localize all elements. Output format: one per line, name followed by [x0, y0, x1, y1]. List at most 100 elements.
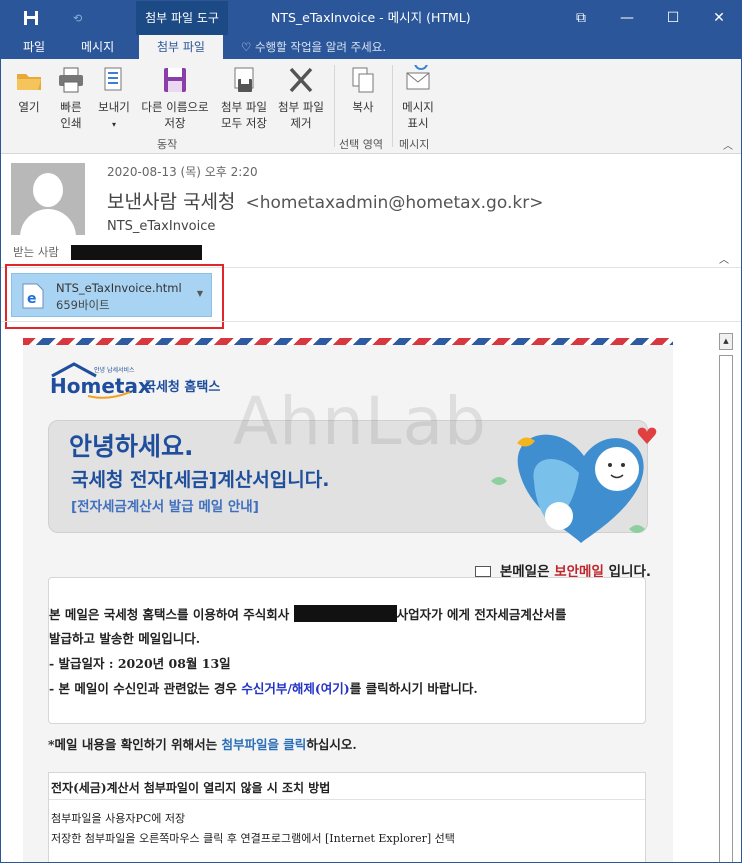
message-body: 안녕 납세서비스 Hometax 국세청 홈택스 안녕하세요. 국세청 전자[세… — [23, 338, 673, 862]
redacted-company-name — [293, 605, 397, 622]
attachment-size: 659바이트 — [56, 298, 110, 312]
sent-date: 2020-08-13 (목) 오후 2:20 — [107, 165, 258, 179]
tab-file[interactable]: 파일 — [13, 35, 55, 59]
quick-print-button[interactable]: 빠른 인쇄 — [51, 65, 91, 131]
lightbulb-icon: ♡ — [241, 40, 252, 54]
title-bar: ⟲ 첨부 파일 도구 NTS_eTaxInvoice - 메시지 (HTML) … — [1, 1, 741, 35]
troubleshooting-box: 전자(세금)계산서 첨부파일이 열리지 않을 시 조치 방법 첨부파일을 사용자… — [48, 772, 646, 862]
avatar-body-shape — [20, 209, 76, 235]
save-all-label-2: 모두 저장 — [221, 116, 267, 130]
banner-hello: 안녕하세요. — [69, 432, 194, 461]
show-message-label-1: 메시지 — [402, 100, 434, 114]
group-label-selection: 선택 영역 — [339, 138, 383, 151]
group-label-message: 메시지 — [399, 138, 430, 151]
folder-icon — [17, 74, 41, 90]
scroll-up-icon[interactable]: ▲ — [719, 333, 733, 350]
note-text-a: *메일 내용을 확인하기 위해서는 — [48, 737, 218, 752]
copy-icon — [352, 67, 374, 93]
attachment-item[interactable]: e NTS_eTaxInvoice.html 659바이트 ▼ — [11, 273, 212, 317]
svg-text:e: e — [27, 291, 37, 307]
send-to-icon — [104, 67, 122, 91]
tab-attachment[interactable]: 첨부 파일 — [139, 35, 223, 59]
chevron-down-icon[interactable]: ▼ — [197, 289, 203, 298]
group-divider — [334, 65, 335, 147]
notice-line-4: - 본 메일이 수신인과 관련없는 경우 수신거부/해제(여기)를 클릭하시기 … — [49, 678, 478, 697]
group-label-actions: 동작 — [157, 138, 178, 151]
tell-me-text: 수행할 작업을 알려 주세요. — [254, 40, 386, 54]
send-to-button[interactable]: 보내기 ▾ — [93, 65, 135, 133]
note-text-b: 하십시오. — [306, 737, 357, 752]
collapse-ribbon-icon[interactable]: ︿ — [723, 137, 733, 152]
save-all-attachments-icon — [234, 67, 254, 92]
quick-print-label-1: 빠른 — [60, 100, 82, 114]
save-all-attachments-button[interactable]: 첨부 파일 모두 저장 — [216, 65, 272, 131]
divider — [49, 799, 645, 800]
message-subject: NTS_eTaxInvoice — [107, 219, 216, 234]
remove-attachment-button[interactable]: 첨부 파일 제거 — [273, 65, 329, 131]
open-label: 열기 — [18, 100, 40, 114]
banner-subtitle: [전자세금계산서 발급 메일 안내] — [71, 499, 259, 515]
html-file-icon: e — [22, 283, 44, 309]
sender-name[interactable]: 국세청 — [183, 191, 235, 213]
to-label: 받는 사람 — [13, 245, 59, 259]
sender-label: 보낸사람 — [107, 191, 177, 213]
sender-avatar — [11, 163, 85, 235]
attachment-name: NTS_eTaxInvoice.html — [56, 281, 182, 295]
troubleshooting-title: 전자(세금)계산서 첨부파일이 열리지 않을 시 조치 방법 — [51, 781, 331, 795]
minimize-button[interactable]: — — [604, 1, 650, 35]
copy-button[interactable]: 복사 — [339, 65, 387, 115]
show-message-icon — [406, 65, 430, 90]
remove-label-1: 첨부 파일 — [278, 100, 324, 114]
open-button[interactable]: 열기 — [9, 65, 49, 115]
undo-icon[interactable]: ⟲ — [73, 12, 82, 25]
remove-label-2: 제거 — [290, 116, 312, 130]
save-as-label-2: 저장 — [164, 116, 186, 130]
tell-me-box[interactable]: ♡ 수행할 작업을 알려 주세요. — [241, 35, 386, 59]
printer-icon — [59, 67, 83, 93]
notice-line-3: - 발급일자 : 2020년 08월 13일 — [49, 656, 231, 671]
show-message-button[interactable]: 메시지 표시 — [395, 65, 441, 131]
quick-print-label-2: 인쇄 — [60, 116, 82, 130]
group-divider — [392, 65, 393, 147]
attachment-instruction: *메일 내용을 확인하기 위해서는 첨부파일을 클릭하십시오. — [48, 734, 357, 753]
troubleshooting-step-2: 저장한 첨부파일을 오른쪽마우스 클릭 후 연결프로그램에서 [Internet… — [51, 832, 455, 845]
troubleshooting-step-1: 첨부파일을 사용자PC에 저장 — [51, 812, 186, 825]
unsubscribe-link[interactable]: 수신거부/해제(여기) — [241, 681, 349, 696]
tab-message[interactable]: 메시지 — [71, 35, 124, 59]
send-to-label: 보내기 — [98, 100, 130, 114]
ribbon-display-options-button[interactable]: ⧉ — [558, 1, 604, 35]
save-as-label-1: 다른 이름으로 — [141, 100, 209, 114]
notice-text-1a: 본 메일은 국세청 홈택스를 이용하여 주식회사 — [49, 607, 290, 622]
maximize-button[interactable]: ☐ — [650, 1, 696, 35]
ribbon-tabs: 파일 메시지 첨부 파일 ♡ 수행할 작업을 알려 주세요. — [1, 35, 741, 59]
collapse-header-icon[interactable]: ︿ — [719, 251, 729, 266]
save-as-button[interactable]: 다른 이름으로 저장 — [135, 65, 215, 131]
avatar-head-shape — [33, 173, 63, 207]
close-button[interactable]: ✕ — [696, 1, 741, 35]
sender-email[interactable]: <hometaxadmin@hometax.go.kr> — [245, 193, 543, 213]
notice-box: 본 메일은 국세청 홈택스를 이용하여 주식회사 사업자가 에게 전자세금계산서… — [48, 577, 646, 724]
redacted-recipient — [71, 245, 202, 260]
copy-label: 복사 — [352, 100, 374, 114]
save-icon[interactable] — [23, 10, 39, 26]
notice-text-4b: 를 클릭하시기 바랍니다. — [349, 681, 478, 696]
greeting-banner: 안녕하세요. 국세청 전자[세금]계산서입니다. [전자세금계산서 발급 메일 … — [48, 420, 657, 543]
sender-line: 보낸사람 국세청 <hometaxadmin@hometax.go.kr> — [107, 187, 543, 214]
vertical-scrollbar[interactable]: ▲ — [717, 333, 735, 862]
logo-name: 국세청 홈택스 — [144, 379, 220, 395]
save-all-label-1: 첨부 파일 — [221, 100, 267, 114]
notice-text-1b: 사업자가 에게 전자세금계산서를 — [396, 607, 567, 622]
outlook-message-window: ⟲ 첨부 파일 도구 NTS_eTaxInvoice - 메시지 (HTML) … — [0, 0, 742, 863]
send-to-dropdown-arrow: ▾ — [111, 120, 116, 129]
heart-character-illustration — [491, 427, 657, 543]
hometax-logo: 안녕 납세서비스 Hometax 국세청 홈택스 — [50, 362, 220, 399]
show-message-label-2: 표시 — [407, 116, 429, 130]
logo-tagline: 안녕 납세서비스 — [94, 366, 135, 374]
click-attachment-link[interactable]: 첨부파일을 클릭 — [221, 737, 306, 752]
notice-text-4a: - 본 메일이 수신인과 관련없는 경우 — [49, 681, 237, 696]
save-as-icon — [164, 68, 186, 92]
window-title: NTS_eTaxInvoice - 메시지 (HTML) — [271, 10, 471, 25]
envelope-icon — [475, 566, 492, 577]
scrollbar-track[interactable] — [719, 355, 733, 862]
ribbon: 열기 빠른 인쇄 보내기 ▾ 다른 이름으로 저장 첨부 파일 모두 저장 첨부… — [1, 59, 741, 154]
